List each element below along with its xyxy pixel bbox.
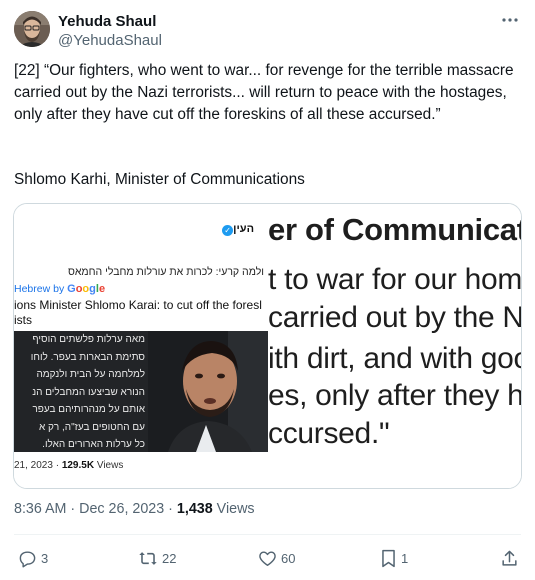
bookmark-icon [382,549,395,567]
english-headline-line-2: ists [14,313,32,327]
like-button[interactable]: 60 [258,547,295,569]
quote-line: ith dirt, and with goo [268,342,522,375]
heart-icon [259,550,276,566]
hebrew-line: למלחמה על הבית ולנקמה [36,369,145,380]
article-views-label: Views [94,460,124,471]
hebrew-quote-block: מאה ערלות פלשתים הוסיף סתימת הבארות בעפר… [14,331,148,452]
views-label: Views [212,501,255,517]
hebrew-line: מאה ערלות פלשתים הוסיף [32,334,145,345]
tweet-meta: 8:36 AM · Dec 26, 2023 · 1,438 Views [14,501,255,517]
quote-line: t to war for our hom [268,263,522,296]
tweet-text: [22] “Our fighters, who went to war... f… [14,60,524,126]
bookmark-count: 1 [401,550,409,566]
tweet-quote: [22] “Our fighters, who went to war... f… [14,62,514,123]
article-views-count: 129.5K [61,460,95,471]
translation-label: Hebrew by Google [14,283,105,295]
hebrew-line: כל ערלות הארורים האלו. [42,439,145,450]
repost-button[interactable]: 22 [138,547,176,569]
english-headline: ions Minister Shlomo Karai: to cut off t… [14,298,268,328]
tweet-header: Yehuda Shaul @YehudaShaul [14,10,521,50]
source-name: העין✓ [219,223,254,236]
article-stats: 21, 2023 · 129.5K Views [14,460,123,471]
source-label: העין [233,223,254,235]
avatar[interactable] [14,11,50,47]
hebrew-headline: ולמה קרעי: לכרות את עורלות מחבלי החמאס [67,266,264,278]
translation-text: Hebrew by [14,283,65,295]
hebrew-line: אותם על מנהרותיהם בעפר [32,404,145,415]
action-bar: 3 22 60 1 [14,547,521,569]
display-name[interactable]: Yehuda Shaul [58,13,162,31]
views-count: 1,438 [176,501,213,517]
hebrew-line: הנורא שביצעו המחבלים הנ [32,386,145,398]
reply-icon [19,550,36,567]
like-count: 60 [281,550,296,566]
google-logo: Google [67,283,106,295]
tweet-signature: Shlomo Karhi, Minister of Communications [14,171,305,188]
share-icon [502,550,517,566]
verified-icon: ✓ [222,225,234,236]
quote-line: carried out by the Na [268,301,522,334]
reply-button[interactable]: 3 [18,547,48,569]
english-headline-line-1: ions Minister Shlomo Karai: to cut off t… [14,298,262,312]
reply-count: 3 [41,550,49,566]
hebrew-line: עם החטופים בעז"ה, רק א [38,421,145,433]
translated-quote-crop: er of Communicati t to war for our hom c… [268,204,522,488]
more-options-icon[interactable] [499,12,521,32]
media-image[interactable]: העין✓ ולמה קרעי: לכרות את עורלות מחבלי ה… [13,203,522,489]
bookmark-button[interactable]: 1 [380,547,408,569]
quote-line: er of Communicati [268,212,522,247]
share-button[interactable] [500,547,519,569]
quote-line: es, only after they ha [268,379,522,412]
timestamp[interactable]: 8:36 AM · Dec 26, 2023 · [14,501,177,517]
minister-photo [148,331,268,452]
divider [14,534,521,535]
article-screenshot: העין✓ ולמה קרעי: לכרות את עורלות מחבלי ה… [14,204,268,488]
user-handle[interactable]: @YehudaShaul [58,31,162,50]
quote-line: ccursed." [268,417,390,450]
repost-count: 22 [162,550,177,566]
hebrew-line: סתימת הבארות בעפר. לוחו [30,351,145,363]
article-date: 21, 2023 · [14,460,62,471]
author-names: Yehuda Shaul @YehudaShaul [58,13,162,50]
repost-icon [139,551,157,565]
